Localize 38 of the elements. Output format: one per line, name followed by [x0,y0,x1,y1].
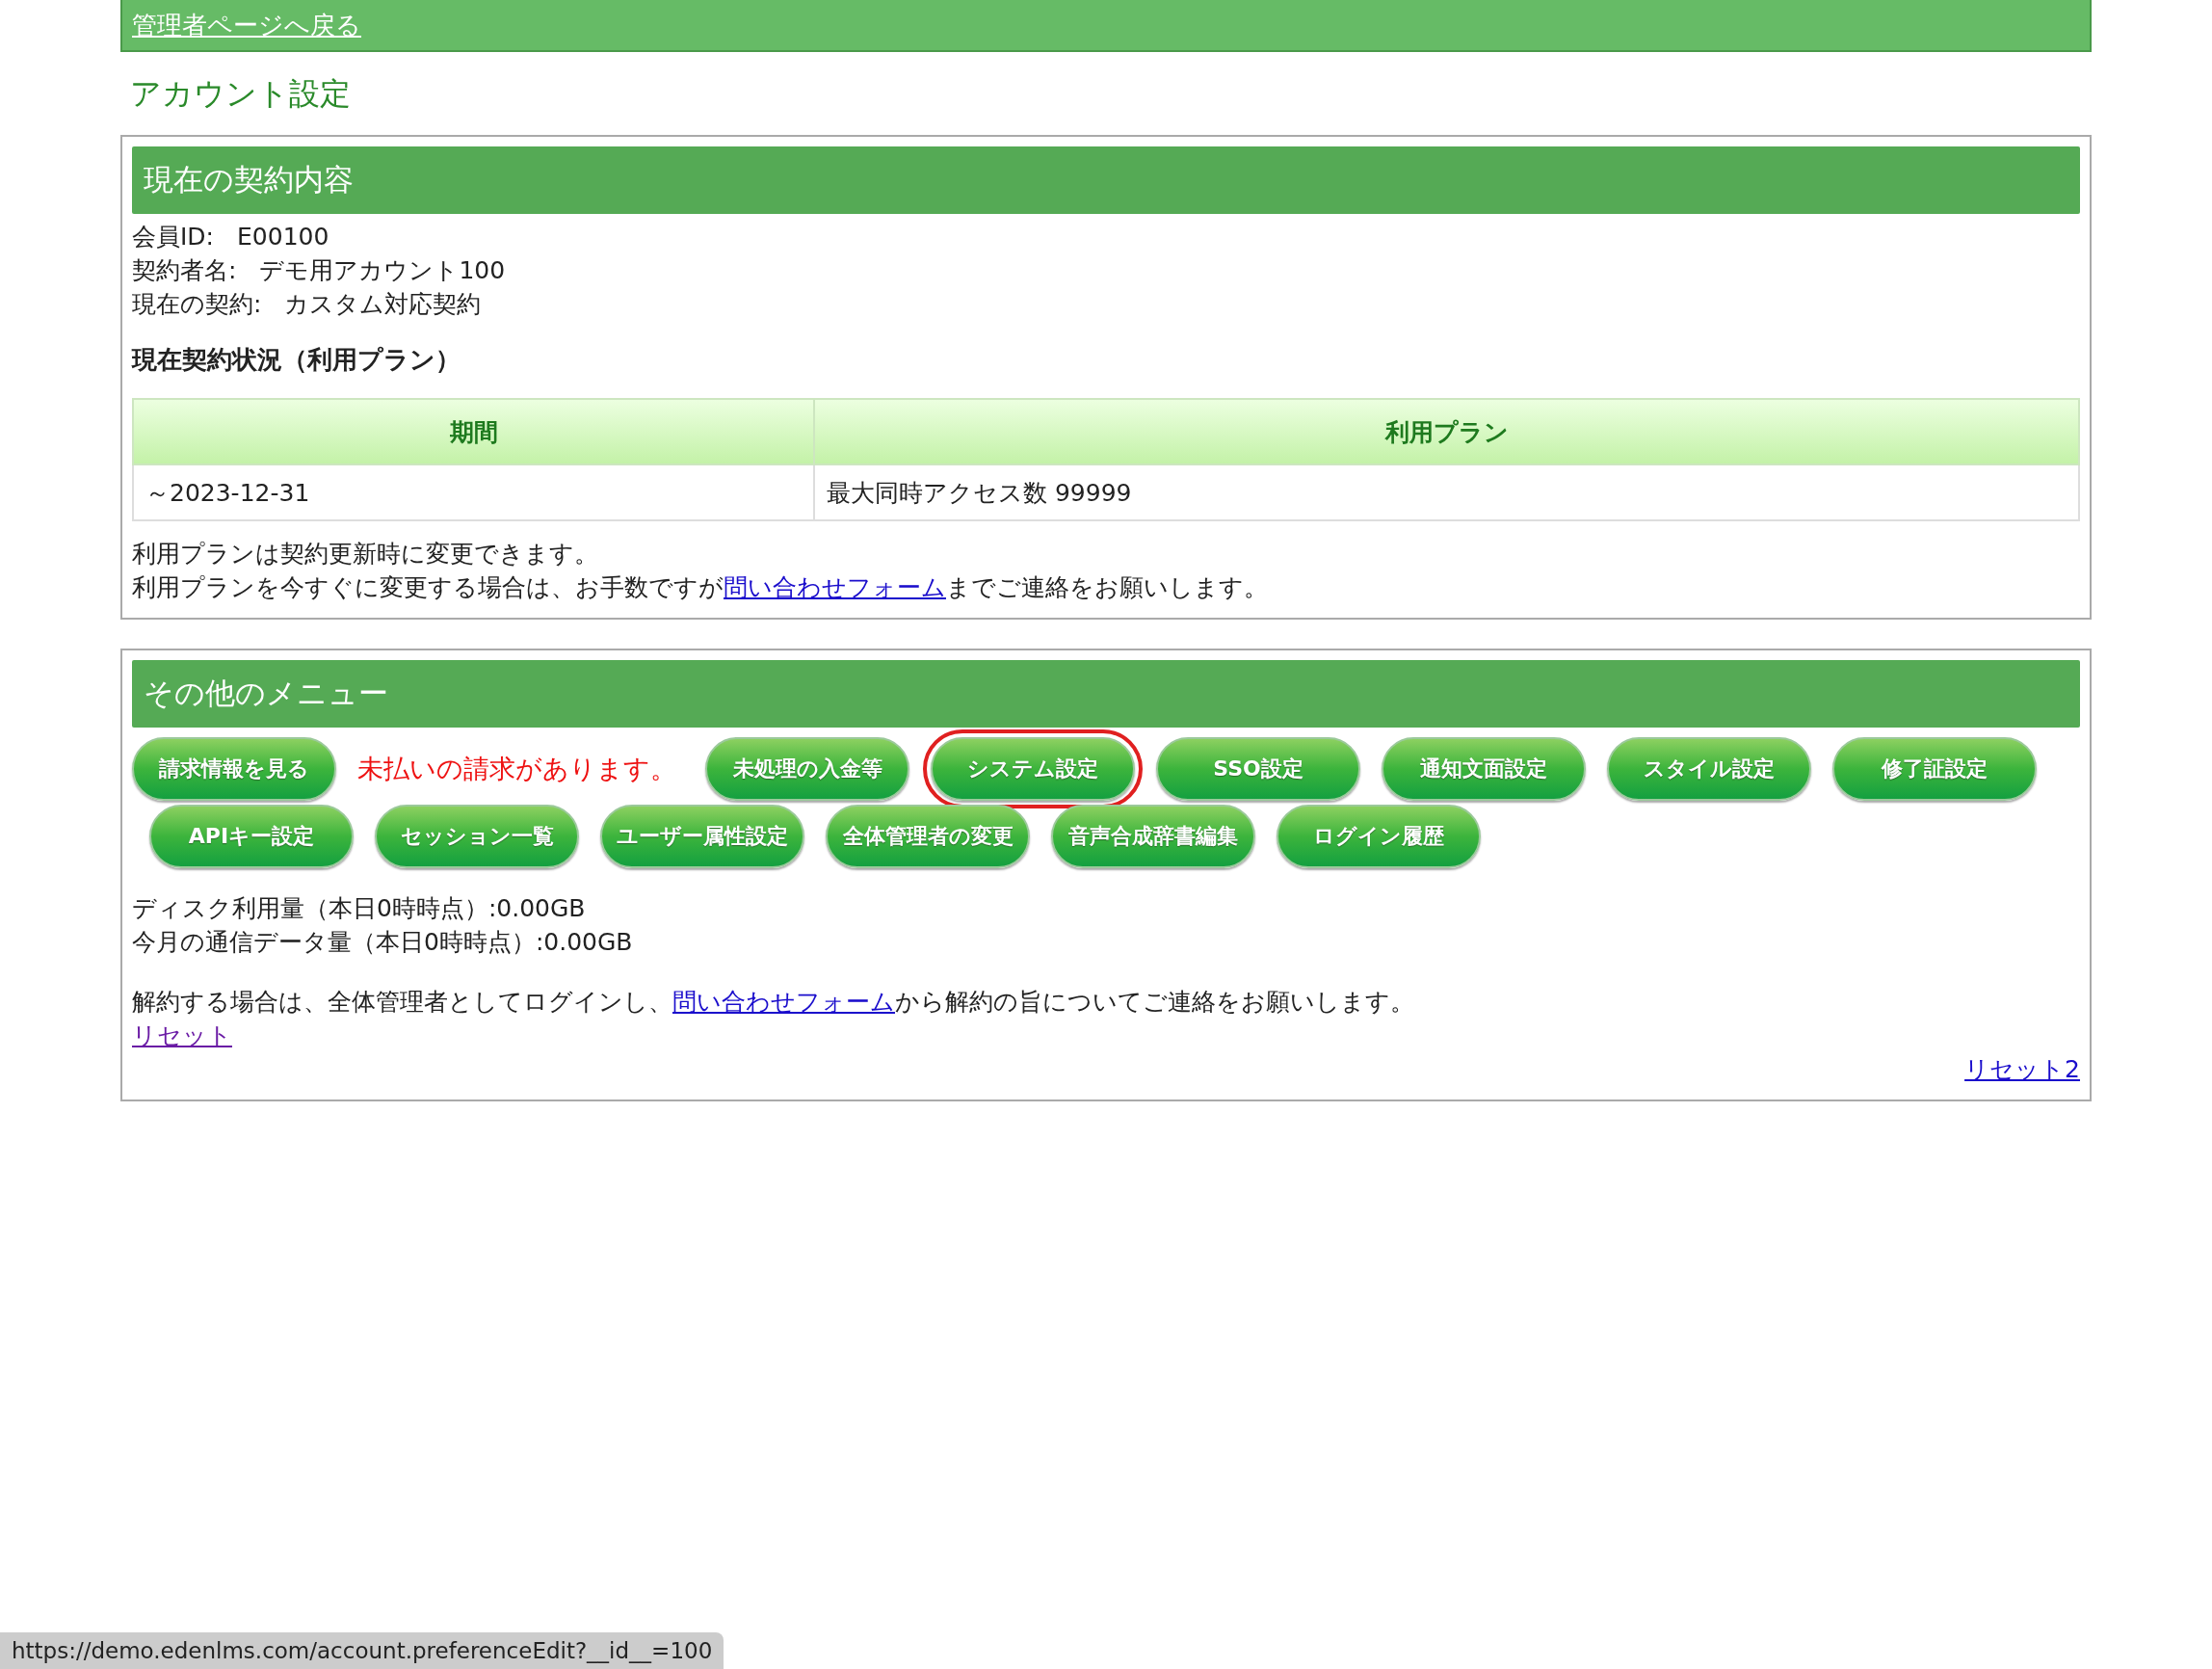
menu-button[interactable]: 請求情報を見る [132,736,336,801]
reset-link[interactable]: リセット2 [1964,1054,2080,1083]
field-value: E00100 [237,223,329,251]
section-heading: 現在の契約内容 [132,146,2080,214]
page-title: アカウント設定 [130,74,352,114]
field-value: デモ用アカウント100 [259,255,506,284]
status-bar-url: https://demo.edenlms.com/account.preferenceEdit?__id__=100 [0,1632,724,1669]
menu-button[interactable]: 全体管理者の変更 [826,804,1030,868]
menu-button[interactable]: スタイル設定 [1607,736,1811,801]
menu-button[interactable]: セッション一覧 [375,804,579,868]
column-header: 利用プラン [814,399,2079,465]
plan-note: 利用プランは契約更新時に変更できます。 [132,541,599,569]
menu-button[interactable]: SSO設定 [1156,736,1360,801]
back-link[interactable]: 管理者ページへ戻る [132,8,361,42]
section-heading: その他のメニュー [132,659,2080,728]
status-heading: 現在契約状況（利用プラン） [132,344,461,377]
menu-button[interactable]: 未処理の入金等 [705,736,909,801]
menu-button[interactable]: APIキー設定 [149,804,354,868]
usage-text: 今月の通信データ量（本日0時時点）:0.00GB [132,928,634,957]
field-value: カスタム対応契約 [284,289,482,318]
contact-text: 利用プランを今すぐに変更する場合は、お手数ですが問い合わせフォーム までご連絡をお願いします。 [132,574,1269,602]
menu-button[interactable]: 音声合成辞書編集 [1051,804,1255,868]
cancel-text: 解約する場合は、全体管理者としてログインし、問い合わせフォームから解約の旨についてご連絡をお願いします。 [132,989,1415,1017]
table-cell: ～2023-12-31 [133,464,814,521]
field-label: 契約者名: [132,255,237,284]
reset-link[interactable]: リセット [132,1021,232,1049]
column-header: 期間 [133,399,814,465]
field-label: 会員ID: [132,223,215,251]
menu-button[interactable]: ユーザー属性設定 [600,804,804,868]
field-label: 現在の契約: [132,289,262,318]
usage-text: ディスク利用量（本日0時時点）:0.00GB [132,894,587,923]
menu-button[interactable]: 通知文面設定 [1382,736,1586,801]
menu-button[interactable]: ログイン履歴 [1277,804,1481,868]
contact-form-link[interactable]: 問い合わせフォーム [724,573,946,601]
menu-button[interactable]: 修了証設定 [1832,736,2037,801]
table-cell: 最大同時アクセス数 99999 [814,464,2079,521]
contact-form-link[interactable]: 問い合わせフォーム [672,988,895,1017]
unpaid-notice: 未払いの請求があります。 [357,752,676,785]
